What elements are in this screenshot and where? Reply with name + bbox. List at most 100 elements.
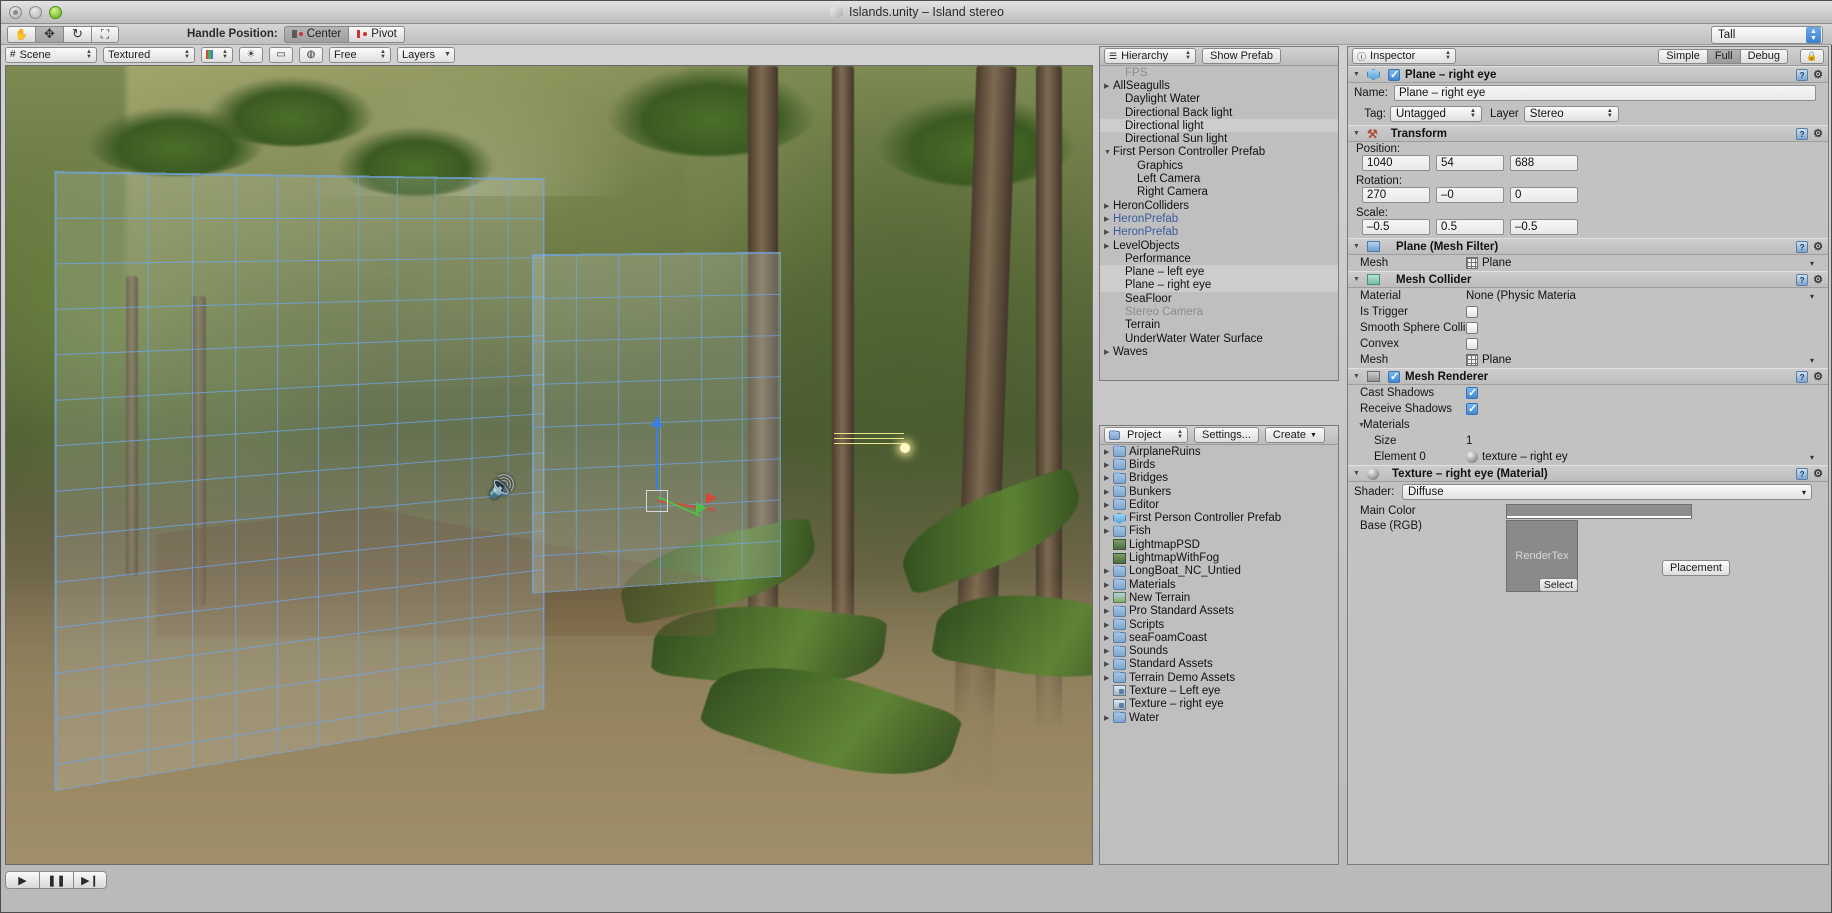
skybox-toggle-button[interactable]: ◍ — [299, 47, 323, 63]
hierarchy-item[interactable]: Right Camera — [1100, 186, 1338, 199]
render-channels-dropdown[interactable]: ▲▼ — [201, 47, 233, 63]
hierarchy-item[interactable]: Terrain — [1100, 319, 1338, 332]
hierarchy-item[interactable]: HeronPrefab — [1100, 212, 1338, 225]
project-item[interactable]: Terrain Demo Assets — [1100, 671, 1338, 684]
project-item[interactable]: LightmapPSD — [1100, 538, 1338, 551]
position-z-input[interactable]: 688 — [1510, 155, 1578, 171]
collider-mesh-field[interactable]: Plane ▾ — [1466, 354, 1822, 366]
scale-tool-button[interactable]: ⛶ — [91, 26, 119, 43]
gizmo-x-arrow[interactable] — [706, 492, 717, 504]
disclosure-triangle-icon[interactable] — [1104, 634, 1113, 642]
hierarchy-tab-dropdown[interactable]: ☰ Hierarchy ▲▼ — [1104, 48, 1196, 64]
inspector-mode-simple[interactable]: Simple — [1658, 49, 1707, 64]
scale-x-input[interactable]: –0.5 — [1362, 219, 1430, 235]
transform-component-header[interactable]: ⚒ Transform ? ⚙ — [1348, 125, 1828, 142]
hierarchy-item[interactable]: Performance — [1100, 252, 1338, 265]
disclosure-triangle-icon[interactable] — [1104, 149, 1113, 156]
disclosure-triangle-icon[interactable] — [1104, 567, 1113, 575]
hierarchy-item[interactable]: Plane – left eye — [1100, 265, 1338, 278]
transform-gizmo[interactable] — [646, 424, 726, 520]
rotate-tool-button[interactable]: ↻ — [63, 26, 91, 43]
hierarchy-item[interactable]: AllSeagulls — [1100, 79, 1338, 92]
disclosure-triangle-icon[interactable] — [1104, 714, 1113, 722]
project-item[interactable]: Fish — [1100, 525, 1338, 538]
draw-mode-dropdown[interactable]: Textured ▲▼ — [103, 47, 195, 63]
disclosure-triangle-icon[interactable] — [1104, 242, 1113, 250]
disclosure-triangle-icon[interactable] — [1104, 581, 1113, 589]
rotation-z-input[interactable]: 0 — [1510, 187, 1578, 203]
gear-icon[interactable]: ⚙ — [1813, 273, 1823, 286]
collapse-triangle-icon[interactable] — [1353, 130, 1362, 137]
project-item[interactable]: Pro Standard Assets — [1100, 605, 1338, 618]
gameobject-enabled-checkbox[interactable] — [1388, 69, 1400, 81]
collapse-triangle-icon[interactable] — [1353, 470, 1362, 477]
collider-material-field[interactable]: None (Physic Materia ▾ — [1466, 290, 1822, 302]
lighting-toggle-button[interactable]: ☀ — [239, 47, 263, 63]
gear-icon[interactable]: ⚙ — [1813, 127, 1823, 140]
handle-position-group[interactable]: Center Pivot — [284, 26, 405, 43]
hierarchy-item[interactable]: Directional light — [1100, 119, 1338, 132]
move-tool-button[interactable]: ✥ — [35, 26, 63, 43]
hierarchy-tree[interactable]: FPSAllSeagullsDaylight WaterDirectional … — [1100, 66, 1338, 380]
select-texture-button[interactable]: Select — [1539, 578, 1578, 592]
scene-view[interactable]: 🔊 — [5, 65, 1093, 865]
audio-source-gizmo-icon[interactable]: 🔊 — [488, 474, 514, 500]
materials-triangle-icon[interactable] — [1354, 422, 1363, 429]
collapse-triangle-icon[interactable] — [1353, 71, 1362, 78]
shader-dropdown[interactable]: Diffuse ▾ — [1402, 484, 1812, 500]
disclosure-triangle-icon[interactable] — [1104, 461, 1113, 469]
gear-icon[interactable]: ⚙ — [1813, 370, 1823, 383]
hierarchy-item[interactable]: FPS — [1100, 66, 1338, 79]
collapse-triangle-icon[interactable] — [1353, 373, 1362, 380]
project-item[interactable]: LongBoat_NC_Untied — [1100, 565, 1338, 578]
project-item[interactable]: Scripts — [1100, 618, 1338, 631]
disclosure-triangle-icon[interactable] — [1104, 348, 1113, 356]
hierarchy-item[interactable]: Graphics — [1100, 159, 1338, 172]
disclosure-triangle-icon[interactable] — [1104, 660, 1113, 668]
project-item[interactable]: seaFoamCoast — [1100, 631, 1338, 644]
scale-y-input[interactable]: 0.5 — [1436, 219, 1504, 235]
hierarchy-item[interactable]: SeaFloor — [1100, 292, 1338, 305]
project-item[interactable]: Texture – Left eye — [1100, 684, 1338, 697]
chevron-down-icon[interactable]: ▾ — [1810, 292, 1814, 301]
disclosure-triangle-icon[interactable] — [1104, 474, 1113, 482]
help-icon[interactable]: ? — [1796, 274, 1808, 286]
hierarchy-item[interactable]: UnderWater Water Surface — [1100, 332, 1338, 345]
chevron-down-icon[interactable]: ▾ — [1810, 259, 1814, 268]
position-y-input[interactable]: 54 — [1436, 155, 1504, 171]
main-color-swatch[interactable] — [1506, 504, 1692, 519]
is-trigger-checkbox[interactable] — [1466, 306, 1478, 318]
disclosure-triangle-icon[interactable] — [1104, 594, 1113, 602]
collapse-triangle-icon[interactable] — [1353, 243, 1362, 250]
show-prefab-button[interactable]: Show Prefab — [1202, 48, 1281, 64]
inspector-tab-dropdown[interactable]: ⓘ Inspector ▲▼ — [1352, 48, 1456, 64]
gear-icon[interactable]: ⚙ — [1813, 240, 1823, 253]
layout-preset-stepper[interactable]: ▲▼ — [1806, 27, 1821, 43]
project-item[interactable]: Materials — [1100, 578, 1338, 591]
project-tab-dropdown[interactable]: Project ▲▼ — [1104, 427, 1188, 443]
handle-center-button[interactable]: Center — [284, 26, 349, 43]
disclosure-triangle-icon[interactable] — [1104, 82, 1113, 90]
gizmo-y-arrow[interactable] — [651, 416, 663, 427]
render-mode-dropdown[interactable]: Free ▲▼ — [329, 47, 391, 63]
help-icon[interactable]: ? — [1796, 241, 1808, 253]
hierarchy-item[interactable]: HeronPrefab — [1100, 226, 1338, 239]
receive-shadows-checkbox[interactable] — [1466, 403, 1478, 415]
hierarchy-item[interactable]: Waves — [1100, 345, 1338, 358]
disclosure-triangle-icon[interactable] — [1104, 674, 1113, 682]
disclosure-triangle-icon[interactable] — [1104, 448, 1113, 456]
hierarchy-item[interactable]: Directional Back light — [1100, 106, 1338, 119]
gear-icon[interactable]: ⚙ — [1813, 68, 1823, 81]
project-item[interactable]: First Person Controller Prefab — [1100, 511, 1338, 524]
layers-dropdown[interactable]: Layers ▼ — [397, 47, 455, 63]
layout-preset-dropdown[interactable]: Tall ▲▼ — [1711, 26, 1823, 44]
disclosure-triangle-icon[interactable] — [1104, 488, 1113, 496]
project-item[interactable]: Bridges — [1100, 472, 1338, 485]
handle-pivot-button[interactable]: Pivot — [348, 26, 405, 43]
scale-z-input[interactable]: –0.5 — [1510, 219, 1578, 235]
hierarchy-item[interactable]: First Person Controller Prefab — [1100, 146, 1338, 159]
disclosure-triangle-icon[interactable] — [1104, 514, 1113, 522]
materials-size-value[interactable]: 1 — [1466, 435, 1472, 447]
project-item[interactable]: Editor — [1100, 498, 1338, 511]
name-input[interactable]: Plane – right eye — [1394, 85, 1816, 101]
